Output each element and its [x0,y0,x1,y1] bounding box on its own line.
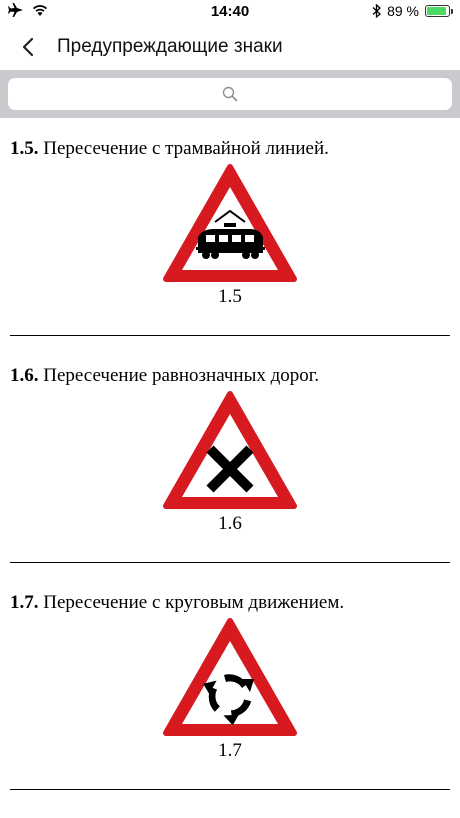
back-button[interactable] [16,34,40,60]
sign-title: 1.5. Пересечение с трамвайной линией. [10,138,329,160]
chevron-left-icon [22,37,34,57]
list-item: 1.7. Пересечение с круговым движением. 1… [0,572,460,799]
sign-caption: 1.5 [218,286,242,307]
list-item: 1.6. Пересечение равнозначных дорог. 1.6 [0,345,460,572]
sign-caption: 1.7 [218,740,242,761]
status-bar: 14:40 89 % [0,0,460,24]
signs-list: 1.5. Пересечение с трамвайной линией. 1.… [0,118,460,799]
search-input[interactable] [8,78,452,110]
sign-name: Пересечение с круговым движением. [43,592,345,613]
warning-sign-cross [163,391,297,509]
warning-sign-roundabout [163,618,297,736]
sign-number: 1.7. [10,592,39,613]
sign-name: Пересечение равнозначных дорог. [43,365,320,386]
battery-percent: 89 % [387,3,419,19]
page-title: Предупреждающие знаки [57,36,283,57]
nav-bar: Предупреждающие знаки [0,24,460,70]
divider [10,789,450,790]
sign-name: Пересечение с трамвайной линией. [43,138,329,159]
sign-number: 1.5. [10,138,39,159]
search-icon [222,86,238,102]
search-bar [0,70,460,118]
battery-icon [425,5,453,17]
list-item: 1.5. Пересечение с трамвайной линией. 1.… [0,118,460,345]
sign-caption: 1.6 [218,513,242,534]
sign-number: 1.6. [10,365,39,386]
sign-title: 1.7. Пересечение с круговым движением. [10,592,344,614]
sign-title: 1.6. Пересечение равнозначных дорог. [10,365,319,387]
battery-level [427,7,446,15]
warning-sign-tram [163,164,297,282]
divider [10,335,450,336]
bluetooth-icon [372,4,382,18]
divider [10,562,450,563]
